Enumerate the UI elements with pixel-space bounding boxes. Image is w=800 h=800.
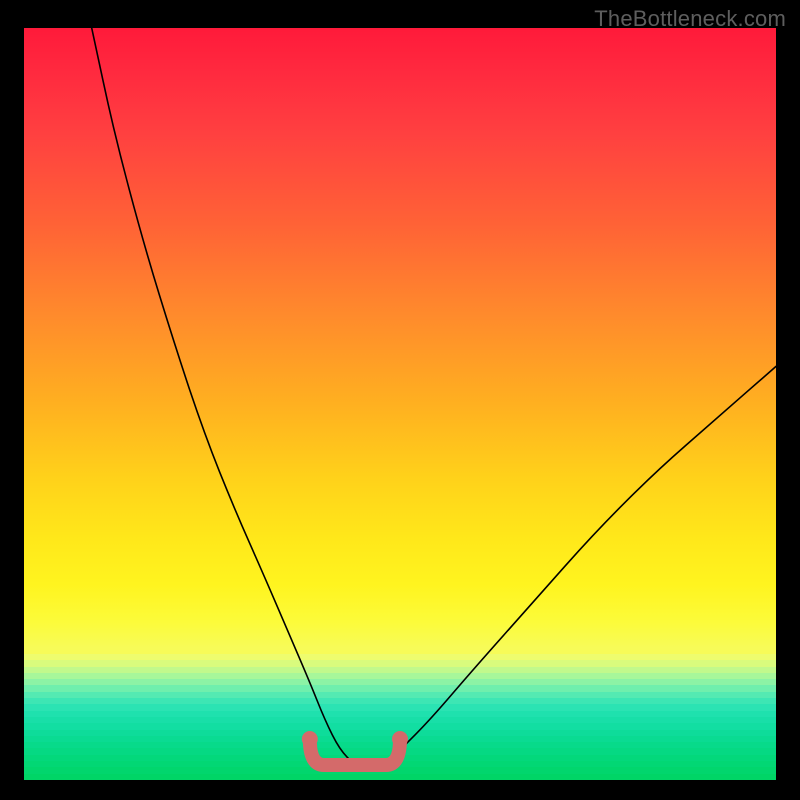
curve-layer <box>24 28 776 780</box>
chart-frame: TheBottleneck.com <box>0 0 800 800</box>
optimum-marker-dot <box>392 731 408 747</box>
optimum-marker <box>302 731 408 765</box>
plot-area <box>24 28 776 780</box>
watermark-text: TheBottleneck.com <box>594 6 786 32</box>
optimum-marker-dot <box>302 731 318 747</box>
bottleneck-curve <box>92 28 776 765</box>
